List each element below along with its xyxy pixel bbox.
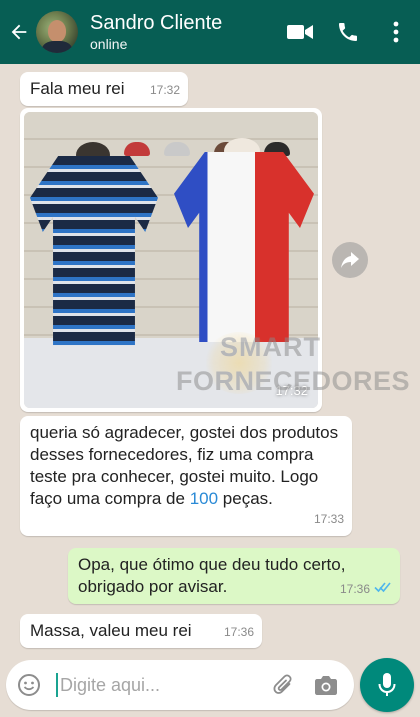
header-actions — [276, 0, 420, 64]
message-time: 17:32 — [275, 383, 308, 398]
text-cursor — [56, 673, 58, 697]
message-incoming[interactable]: queria só agradecer, gostei dos produtos… — [20, 416, 352, 536]
forward-icon[interactable] — [332, 242, 368, 278]
photo-counter — [24, 338, 318, 408]
more-vert-icon[interactable] — [372, 0, 420, 64]
message-time: 17:33 — [313, 512, 344, 526]
message-text: Opa, que ótimo que deu tudo certo, obrig… — [78, 555, 346, 596]
message-text-part: peças. — [218, 489, 273, 508]
message-incoming[interactable]: Massa, valeu meu rei 17:36 — [20, 614, 262, 648]
phone-call-icon[interactable] — [324, 0, 372, 64]
message-time: 17:36 — [339, 582, 370, 596]
photo-cap — [164, 142, 190, 156]
message-input[interactable] — [60, 674, 260, 696]
message-time: 17:32 — [149, 83, 180, 97]
read-ticks-icon — [374, 577, 392, 599]
photo-cap — [124, 142, 150, 156]
message-text-part: queria só agradecer, gostei dos produtos… — [30, 423, 339, 508]
message-text: Massa, valeu meu rei — [30, 621, 192, 640]
emoji-icon[interactable] — [6, 660, 52, 710]
message-highlight-number[interactable]: 100 — [190, 489, 218, 508]
message-text: queria só agradecer, gostei dos produtos… — [30, 422, 342, 510]
avatar[interactable] — [36, 11, 78, 53]
mic-icon[interactable] — [360, 658, 414, 712]
message-list: Fala meu rei 17:32 17:32 SMART FORNECEDO… — [0, 64, 420, 654]
back-arrow-icon[interactable] — [4, 0, 34, 64]
contact-info[interactable]: Sandro Cliente online — [90, 11, 276, 53]
camera-icon[interactable] — [304, 660, 348, 710]
message-text: Fala meu rei — [30, 79, 125, 98]
message-time: 17:36 — [223, 625, 254, 639]
message-image[interactable]: 17:32 — [20, 108, 322, 412]
message-outgoing[interactable]: Opa, que ótimo que deu tudo certo, obrig… — [68, 548, 400, 604]
contact-status: online — [90, 36, 128, 52]
message-composer — [6, 660, 354, 710]
shirt-photo[interactable]: 17:32 — [24, 112, 318, 408]
video-call-icon[interactable] — [276, 0, 324, 64]
chat-header: Sandro Cliente online — [0, 0, 420, 64]
contact-name: Sandro Cliente — [90, 12, 223, 34]
attach-icon[interactable] — [264, 660, 304, 710]
message-incoming[interactable]: Fala meu rei 17:32 — [20, 72, 188, 106]
